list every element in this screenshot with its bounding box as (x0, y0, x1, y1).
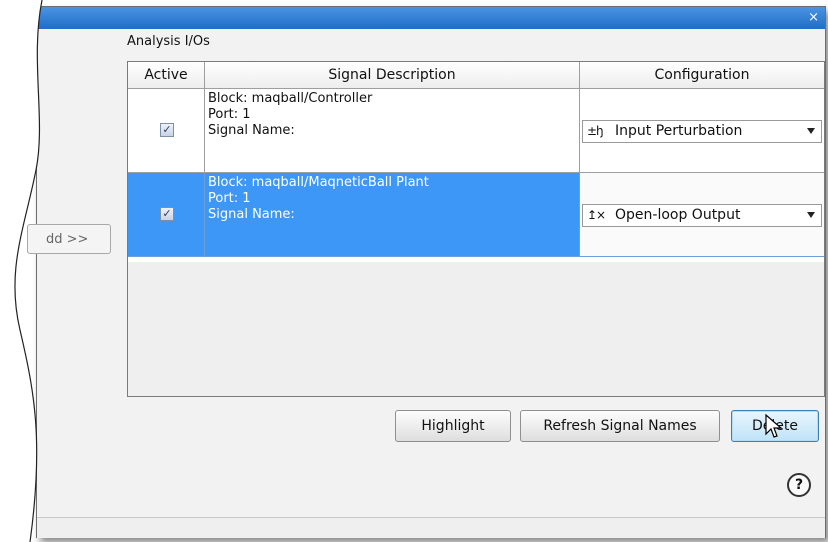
configuration-dropdown[interactable]: ±ꜧ Input Perturbation (582, 120, 822, 143)
configuration-cell: ↥× Open-loop Output (580, 173, 824, 257)
close-icon[interactable]: × (808, 7, 819, 29)
input-perturbation-icon: ±ꜧ (587, 124, 604, 138)
section-label: Analysis I/Os (127, 34, 210, 49)
column-header-active[interactable]: Active (128, 62, 205, 89)
active-checkbox[interactable]: ✓ (160, 123, 174, 137)
chevron-down-icon[interactable] (807, 212, 815, 218)
chevron-down-icon[interactable] (807, 128, 815, 134)
signal-name-text: Signal Name: (208, 207, 295, 222)
highlight-button[interactable]: Highlight (395, 410, 511, 442)
help-icon[interactable]: ? (787, 473, 811, 497)
mouse-cursor-icon (765, 414, 783, 438)
status-bar (37, 517, 825, 538)
configuration-cell: ±ꜧ Input Perturbation (580, 89, 824, 173)
block-text: Block: maqball/MaqneticBall Plant (208, 175, 429, 190)
active-cell: ✓ (128, 173, 205, 257)
active-cell: ✓ (128, 89, 205, 173)
active-checkbox[interactable]: ✓ (160, 207, 174, 221)
configuration-value: Input Perturbation (615, 123, 743, 139)
signal-description-text: Block: maqball/MaqneticBall Plant Port: … (208, 175, 429, 223)
column-header-configuration[interactable]: Configuration (580, 62, 824, 89)
open-loop-output-icon: ↥× (587, 208, 606, 222)
block-text: Block: maqball/Controller (208, 91, 373, 106)
dialog-window: × Analysis I/Os dd >> Active Signal Desc… (27, 6, 826, 538)
signal-name-text: Signal Name: (208, 123, 295, 138)
signal-description-text: Block: maqball/Controller Port: 1 Signal… (208, 91, 372, 139)
table-row[interactable]: ✓ Block: maqball/Controller Port: 1 Sign… (128, 89, 824, 173)
signal-description-cell: Block: maqball/MaqneticBall Plant Port: … (205, 173, 580, 257)
analysis-ios-table: Active Signal Description Configuration … (127, 61, 825, 397)
refresh-signal-names-button[interactable]: Refresh Signal Names (520, 410, 720, 442)
signal-description-cell: Block: maqball/Controller Port: 1 Signal… (205, 89, 580, 173)
torn-edge-decoration (0, 0, 43, 542)
port-text: Port: 1 (208, 107, 251, 122)
column-header-signal-description[interactable]: Signal Description (205, 62, 580, 89)
port-text: Port: 1 (208, 191, 251, 206)
title-bar: × (37, 7, 825, 29)
table-row-selected[interactable]: ✓ Block: maqball/MaqneticBall Plant Port… (128, 173, 824, 257)
configuration-dropdown[interactable]: ↥× Open-loop Output (582, 204, 822, 227)
configuration-value: Open-loop Output (615, 207, 741, 223)
table-empty-area (128, 262, 824, 396)
